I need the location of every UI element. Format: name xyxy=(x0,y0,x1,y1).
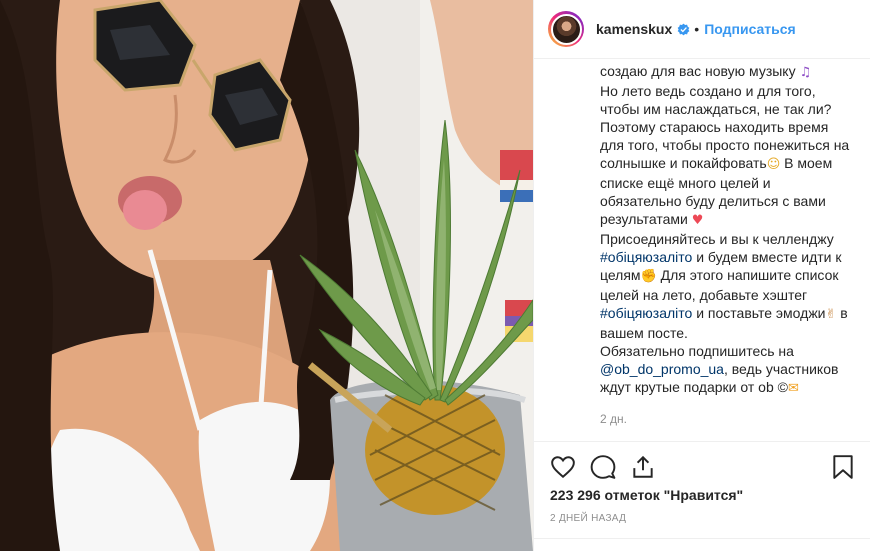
gift-emoji: ✉ xyxy=(787,381,799,396)
post-side-panel: kamenskux • Подписаться создаю для вас н… xyxy=(533,0,870,551)
instagram-post: kamenskux • Подписаться создаю для вас н… xyxy=(0,0,870,551)
likes-count[interactable]: 223 296 отметок "Нравится" xyxy=(550,487,743,503)
caption-line: создаю для вас новую музыку ♫ xyxy=(600,62,850,82)
hashtag-link[interactable]: #обіцяюзаліто xyxy=(600,249,692,265)
caption-text: Обязательно подпишитесь на xyxy=(600,343,794,359)
comment-bubble-icon[interactable] xyxy=(590,454,616,480)
avatar-story-ring[interactable] xyxy=(548,11,584,47)
caption-text-music: создаю для вас новую музыку xyxy=(600,63,796,79)
caption-text: и поставьте эмоджи xyxy=(692,305,826,321)
share-icon[interactable] xyxy=(630,454,656,480)
avatar[interactable] xyxy=(550,13,582,45)
muscle-emoji: ✊ xyxy=(640,269,657,284)
caption-paragraph-2: Присоединяйтесь и вы к челленджу #обіцяю… xyxy=(600,230,850,342)
caption-paragraph-1: Но лето ведь создано и для того, чтобы и… xyxy=(600,82,850,230)
verified-badge-icon xyxy=(677,23,690,35)
caption-time-ago[interactable]: 2 дн. xyxy=(600,410,850,428)
music-notes-emoji: ♫ xyxy=(799,65,812,80)
post-header: kamenskux • Подписаться xyxy=(534,0,870,59)
bookmark-icon[interactable] xyxy=(830,454,856,480)
mention-link[interactable]: @ob_do_promo_ua xyxy=(600,361,724,377)
post-photo[interactable] xyxy=(0,0,533,551)
post-date[interactable]: 2 ДНЕЙ НАЗАД xyxy=(550,513,626,524)
post-caption: создаю для вас новую музыку ♫ Но лето ве… xyxy=(600,62,850,428)
smile-emoji: ☺ xyxy=(766,157,781,172)
action-bar xyxy=(534,441,870,493)
hashtag-link[interactable]: #обіцяюзаліто xyxy=(600,305,692,321)
header-separator: • xyxy=(694,21,700,37)
username-link[interactable]: kamenskux xyxy=(596,21,672,37)
caption-paragraph-3: Обязательно подпишитесь на @ob_do_promo_… xyxy=(600,342,850,398)
heart-emoji: ♥ xyxy=(691,213,704,228)
caption-text: Присоединяйтесь и вы к челленджу xyxy=(600,231,834,247)
selfie-image xyxy=(0,0,533,551)
heart-outline-icon[interactable] xyxy=(550,454,576,480)
follow-button[interactable]: Подписаться xyxy=(704,21,796,37)
ok-hand-emoji: ✌ xyxy=(825,307,837,322)
